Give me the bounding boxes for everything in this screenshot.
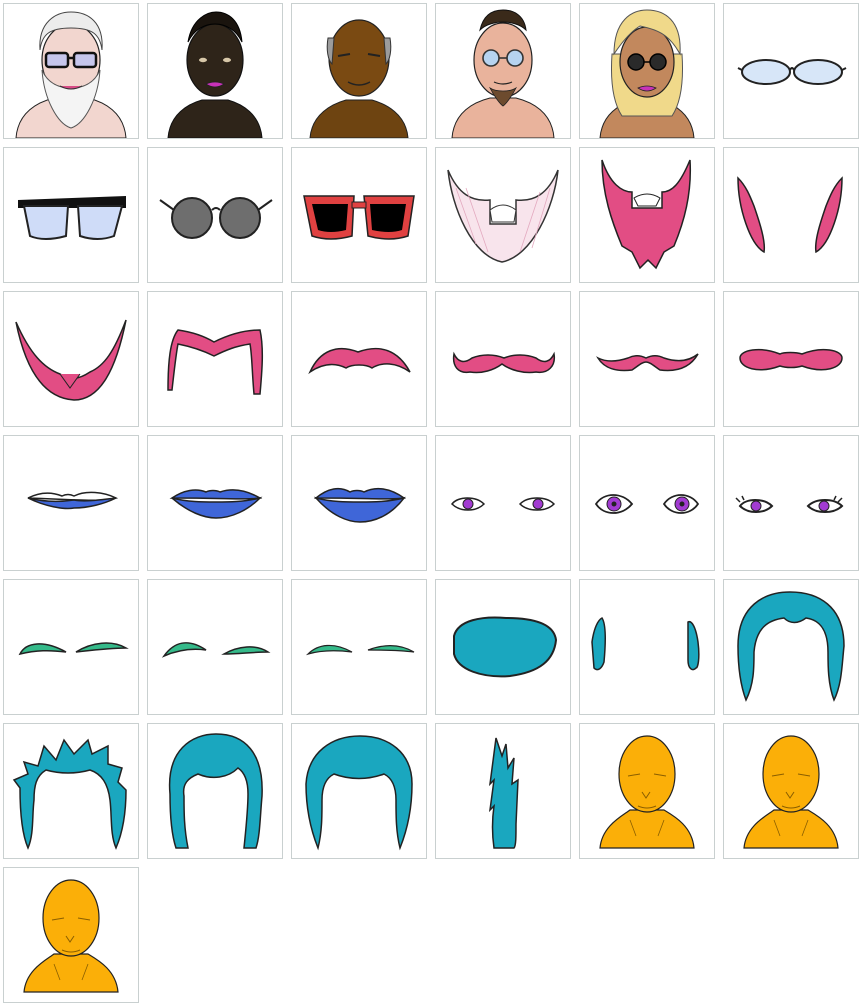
face-white-bearded-avatar-icon: [15, 11, 127, 138]
head-base-3-icon: [23, 879, 119, 993]
tile-mustache-curled[interactable]: [435, 291, 571, 427]
mustache-curled-icon: [452, 351, 556, 374]
tile-face-dark-skin[interactable]: [147, 3, 283, 139]
tile-glasses-browline[interactable]: [3, 147, 139, 283]
hair-bald-cap-icon: [453, 616, 558, 678]
tile-mustache-wide[interactable]: [291, 291, 427, 427]
tile-lips-thin[interactable]: [3, 435, 139, 571]
glasses-browline-icon: [18, 196, 126, 240]
tile-head-base-2[interactable]: [723, 723, 859, 859]
eyebrows-thick-icon: [18, 642, 129, 656]
face-blonde-sunglasses-avatar-icon: [599, 9, 695, 138]
beard-pink-pointed-icon: [601, 159, 692, 270]
tile-lips-medium[interactable]: [147, 435, 283, 571]
mustache-horseshoe-icon: [167, 329, 264, 395]
mustache-thin-icon: [596, 353, 699, 372]
tile-eyebrows-arched[interactable]: [147, 579, 283, 715]
lips-thin-icon: [27, 491, 119, 510]
tile-glasses-round-dark[interactable]: [147, 147, 283, 283]
face-dark-skin-avatar-icon: [167, 11, 263, 138]
tile-face-light-goatee[interactable]: [435, 3, 571, 139]
eyebrows-arched-icon: [161, 642, 271, 658]
lips-medium-icon: [169, 489, 263, 519]
hair-short-widows-peak-icon: [737, 591, 845, 702]
asset-grid: [3, 3, 863, 1007]
beard-chinstrap-icon: [15, 319, 127, 401]
head-base-2-icon: [743, 735, 839, 849]
mustache-bushy-icon: [739, 348, 843, 371]
face-brown-balding-avatar-icon: [309, 19, 409, 138]
beard-full-light-icon: [447, 169, 559, 263]
mustache-wide-icon: [308, 347, 411, 375]
tile-beard-full-light[interactable]: [435, 147, 571, 283]
glasses-thin-oval-icon: [737, 59, 847, 85]
face-light-goatee-avatar-icon: [451, 9, 555, 138]
tile-glasses-thin-oval[interactable]: [723, 3, 859, 139]
tile-hair-bald-cap[interactable]: [435, 579, 571, 715]
tile-mustache-bushy[interactable]: [723, 291, 859, 427]
hair-sideburns-icon: [591, 617, 700, 671]
tile-beard-pink-pointed[interactable]: [579, 147, 715, 283]
tile-sideburns-pink[interactable]: [723, 147, 859, 283]
hair-bob-bangs-icon: [168, 733, 263, 849]
tile-glasses-red-square[interactable]: [291, 147, 427, 283]
tile-eyes-small[interactable]: [435, 435, 571, 571]
eyes-lashes-icon: [735, 495, 844, 513]
tile-hair-bob-bangs[interactable]: [147, 723, 283, 859]
tile-eyebrows-thin[interactable]: [291, 579, 427, 715]
eyes-wide-icon: [594, 494, 700, 514]
hair-ponytail-icon: [488, 737, 519, 849]
tile-hair-ponytail[interactable]: [435, 723, 571, 859]
hair-short-classic-icon: [305, 735, 413, 851]
glasses-round-dark-icon: [159, 197, 273, 239]
eyes-small-icon: [451, 497, 556, 511]
tile-eyes-wide[interactable]: [579, 435, 715, 571]
tile-mustache-thin[interactable]: [579, 291, 715, 427]
hair-spiky-icon: [12, 738, 127, 850]
lips-full-icon: [313, 487, 407, 523]
head-base-1-icon: [599, 735, 695, 849]
tile-beard-chinstrap[interactable]: [3, 291, 139, 427]
tile-face-brown-balding[interactable]: [291, 3, 427, 139]
tile-lips-full[interactable]: [291, 435, 427, 571]
tile-mustache-horseshoe[interactable]: [147, 291, 283, 427]
tile-head-base-1[interactable]: [579, 723, 715, 859]
sideburns-pink-icon: [737, 176, 843, 254]
tile-hair-spiky[interactable]: [3, 723, 139, 859]
tile-face-white-bearded[interactable]: [3, 3, 139, 139]
tile-hair-sideburns[interactable]: [579, 579, 715, 715]
tile-hair-short-classic[interactable]: [291, 723, 427, 859]
tile-eyebrows-thick[interactable]: [3, 579, 139, 715]
tile-head-base-3[interactable]: [3, 867, 139, 1003]
tile-face-blonde-sunglasses[interactable]: [579, 3, 715, 139]
eyebrows-thin-icon: [305, 644, 415, 656]
glasses-red-square-icon: [303, 195, 415, 240]
tile-hair-short-widows-peak[interactable]: [723, 579, 859, 715]
tile-eyes-lashes[interactable]: [723, 435, 859, 571]
